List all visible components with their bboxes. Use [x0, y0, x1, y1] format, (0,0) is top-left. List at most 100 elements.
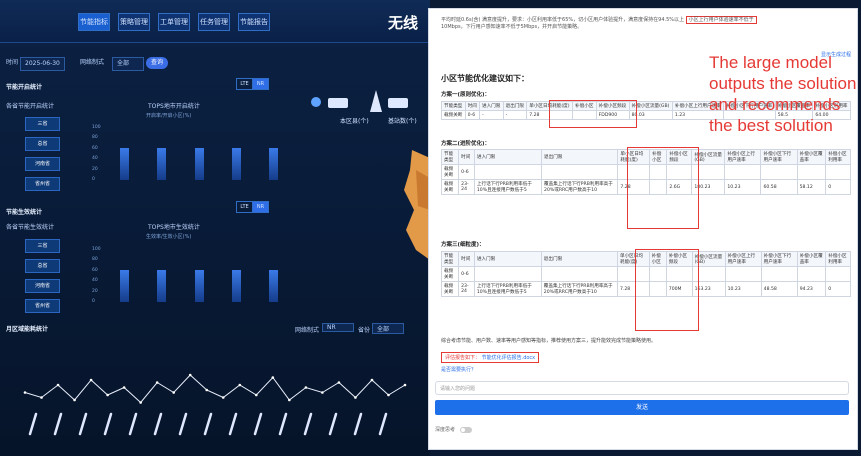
table-cell [796, 164, 827, 180]
monthly-energy-title: 月区域能耗统计 [6, 326, 49, 333]
table-cell: 0-6 [464, 110, 480, 120]
data-point [122, 386, 126, 389]
data-point [337, 381, 341, 384]
nr-toggle-2[interactable]: NR [252, 201, 269, 213]
data-point [40, 396, 43, 399]
table-cell: 10.23 [724, 179, 762, 195]
column-header: 退出门限 [541, 149, 619, 165]
chat-input[interactable]: 请输入您的问题 [435, 381, 849, 395]
time-marker [153, 412, 163, 436]
table-cell: 23-24 [458, 179, 475, 195]
time-marker [278, 412, 288, 436]
lte-toggle-2[interactable]: LTE [236, 201, 253, 213]
data-point [139, 401, 142, 404]
data-point [255, 393, 258, 397]
time-marker [78, 412, 88, 436]
cell-item-7[interactable]: 河南省 [25, 279, 60, 293]
bar [120, 269, 130, 302]
nr-toggle-1[interactable]: NR [252, 78, 269, 90]
bottom-prov-label: 省份 [358, 327, 371, 334]
table-cell: 载频关断 [440, 281, 460, 297]
column-header: 进入门限 [473, 149, 543, 165]
cell-item-6[interactable]: 总省 [25, 259, 60, 273]
bar [231, 147, 241, 180]
section1-right-subtitle: TOPS地市开启统计 [148, 103, 200, 110]
time-marker [328, 412, 338, 436]
logo: 无线 [388, 14, 419, 32]
time-marker [203, 412, 213, 436]
nav-tab-energy-index[interactable]: 节能指标 [78, 13, 110, 31]
y-tick-label: 40 [92, 156, 98, 162]
query-text-line2: 10Mbps，下行用户感知速率不低于5Mbps，并开启节能策略。 [441, 24, 583, 30]
column-header: 补偿小区覆盖率 [796, 149, 827, 165]
station-count-label-1: 本区县(个) [340, 118, 369, 125]
data-point [56, 383, 60, 387]
deep-think-toggle[interactable]: 深度思考 [435, 426, 472, 433]
bottom-net-select[interactable]: NR [322, 323, 354, 332]
date-picker[interactable]: 2025-06-30 [20, 57, 65, 71]
cell-item-8[interactable]: 省州省 [25, 299, 60, 313]
filter-bar: 时间 2025-06-30 网络制式 全部 查询 [0, 54, 430, 72]
nav-tab-strategy[interactable]: 策略管理 [118, 13, 150, 31]
query-button[interactable]: 查询 [146, 57, 169, 69]
data-point [155, 381, 159, 384]
y-tick-label: 20 [92, 288, 98, 294]
table-cell [724, 164, 762, 180]
network-label: 网络制式 [80, 59, 105, 66]
open-rate-bar-chart: 100 80 60 40 20 0 [92, 125, 292, 182]
report-label: 评估报告如下： [445, 355, 481, 361]
table-cell: 覆盖集上行话下行PRB利用率高于20%或RRC用户数高于10 [540, 281, 618, 297]
report-link[interactable]: 节能优化评估报告.docx [482, 355, 536, 361]
cell-item-3[interactable]: 河南省 [25, 157, 60, 171]
section2-chart-caption: 生效率/生效小区(%) [146, 234, 192, 240]
query-header: 平均时延0.6s(含) 满意度提升，要求：小区利用率低于65%，切小区用户体验提… [441, 16, 821, 31]
column-header: 补偿小区覆盖率 [796, 251, 827, 267]
time-marker [353, 412, 363, 436]
data-point [271, 376, 275, 379]
toggle-switch[interactable] [459, 426, 472, 433]
plan2-highlight [627, 147, 699, 229]
cell-item-4[interactable]: 省州省 [25, 177, 60, 191]
plan3-highlight [635, 249, 699, 331]
column-header: 时间 [464, 101, 480, 111]
bottom-prov-select[interactable]: 全部 [372, 323, 404, 334]
nav-tab-task[interactable]: 任务管理 [198, 13, 230, 31]
monthly-line-chart [23, 373, 407, 404]
section-energy-effect-title: 节能生效统计 [6, 209, 43, 216]
time-marker [228, 412, 238, 436]
lte-toggle-1[interactable]: LTE [236, 78, 253, 90]
bottom-net-label: 网络制式 [295, 327, 320, 334]
bar [268, 269, 278, 302]
time-label: 时间 [6, 59, 19, 66]
data-point [89, 378, 93, 382]
table-cell: 48.58 [760, 281, 798, 297]
table-cell: 0-6 [458, 164, 475, 180]
bar [120, 147, 130, 180]
table-cell [724, 266, 762, 282]
table-cell [540, 266, 618, 282]
province-map [404, 150, 430, 260]
time-marker [53, 412, 63, 436]
time-marker [253, 412, 263, 436]
column-header: 进入门限 [473, 251, 542, 267]
cell-item-5[interactable]: 三省 [25, 239, 60, 253]
section-energy-open-title: 节能开启统计 [6, 84, 43, 91]
station-count-label-2: 基站数(个) [388, 118, 417, 125]
cell-item-2[interactable]: 总省 [25, 137, 60, 151]
column-header: 退出门限 [502, 101, 528, 111]
column-header: 进入门限 [478, 101, 504, 111]
column-header: 补偿小区利用率 [825, 251, 851, 267]
table-cell: 载频关断 [440, 266, 460, 282]
annotation-text: The large model outputs the solution and… [709, 53, 857, 135]
nav-tab-report[interactable]: 节能报告 [238, 13, 270, 31]
cell-item-1[interactable]: 三省 [25, 117, 60, 131]
y-tick-label: 60 [92, 267, 98, 273]
nav-tab-workorder[interactable]: 工单管理 [158, 13, 190, 31]
effect-rate-bar-chart: 100 80 60 40 20 0 [92, 247, 292, 304]
table-cell: 载频关断 [440, 164, 460, 180]
send-button[interactable]: 发送 [435, 400, 849, 415]
data-point [205, 388, 209, 392]
network-select[interactable]: 全部 [112, 57, 144, 71]
table-cell [825, 266, 851, 282]
table-cell: 10.23 [724, 281, 762, 297]
